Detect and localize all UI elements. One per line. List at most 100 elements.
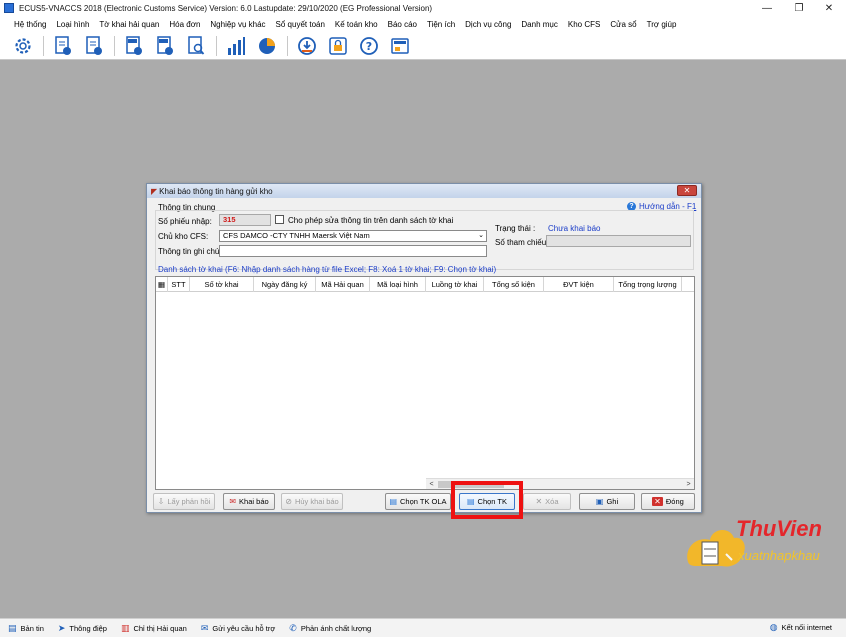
status-chi-thi[interactable]: ▥ Chỉ thị Hải quan	[121, 623, 187, 634]
ghi-button[interactable]: ▣ Ghi	[579, 493, 635, 510]
send-icon: ✉	[229, 497, 237, 506]
menu-dich-vu-cong[interactable]: Dịch vụ công	[461, 20, 517, 29]
mail-icon: ✉	[200, 622, 209, 633]
menu-he-thong[interactable]: Hệ thống	[10, 20, 52, 29]
chu-kho-value: CFS DAMCO -CTY TNHH Maersk Việt Nam	[223, 231, 370, 240]
phone-icon: ✆	[289, 622, 297, 633]
col-dvt-kien[interactable]: ĐVT kiện	[544, 277, 614, 292]
chon-tk-ola-label: Chọn TK OLA	[400, 497, 447, 506]
gear-icon[interactable]	[12, 35, 34, 57]
chu-kho-select[interactable]: CFS DAMCO -CTY TNHH Maersk Việt Nam ⌄	[219, 230, 487, 242]
chon-tk-ola-button[interactable]: ▤ Chọn TK OLA	[385, 493, 451, 510]
huy-khai-bao-label: Hủy khai báo	[294, 497, 339, 506]
menu-tro-giup[interactable]: Trợ giúp	[643, 20, 683, 29]
help-icon[interactable]: ?	[358, 35, 380, 57]
close-window-button[interactable]: ✕	[814, 0, 844, 16]
khai-bao-button[interactable]: ✉ Khai báo	[223, 493, 275, 510]
connection-status: ◍ Kết nối internet	[770, 622, 832, 633]
minimize-button[interactable]: —	[752, 0, 782, 16]
to-khai-grid[interactable]: ▦ STT Số tờ khai Ngày đăng ký Mã Hải qua…	[155, 276, 695, 490]
scroll-left-arrow[interactable]: <	[426, 479, 437, 490]
dong-button[interactable]: ✕ Đóng	[641, 493, 695, 510]
menu-cua-so[interactable]: Cửa sổ	[606, 20, 642, 29]
col-luong-to-khai[interactable]: Luồng tờ khai	[426, 277, 484, 292]
menu-nghiep-vu-khac[interactable]: Nghiệp vụ khác	[206, 20, 271, 29]
highlight-box	[451, 481, 523, 519]
list-title: Danh sách tờ khai (F6: Nhập danh sách hà…	[158, 265, 497, 274]
huy-khai-bao-button[interactable]: ⊘ Hủy khai báo	[281, 493, 343, 510]
khai-bao-hang-gui-kho-dialog: ◤ Khai báo thông tin hàng gửi kho ✕ Thôn…	[146, 183, 702, 513]
menu-bar: Hệ thống Loại hình Tờ khai hải quan Hóa …	[0, 16, 846, 32]
pie-chart-icon[interactable]	[256, 35, 278, 57]
menu-danh-muc[interactable]: Danh mục	[517, 20, 563, 29]
ghi-label: Ghi	[606, 497, 619, 506]
toolbar-separator	[43, 35, 44, 56]
download-icon[interactable]	[296, 35, 318, 57]
trang-thai-label: Trạng thái :	[495, 224, 536, 233]
col-ma-hai-quan[interactable]: Mã Hải quan	[316, 277, 370, 292]
search-doc-icon[interactable]	[185, 35, 207, 57]
status-ban-tin[interactable]: ▤ Bản tin	[8, 623, 44, 634]
excel-icon[interactable]: ▦	[156, 277, 168, 292]
status-ban-tin-label: Bản tin	[20, 623, 44, 633]
xoa-button[interactable]: ✕ Xóa	[523, 493, 571, 510]
receive-icon: ⇩	[157, 497, 165, 506]
menu-ke-toan-kho[interactable]: Kế toán kho	[331, 20, 384, 29]
status-thong-diep[interactable]: ➤ Thông điệp	[58, 623, 107, 634]
col-stt[interactable]: STT	[168, 277, 190, 292]
card-icon[interactable]	[389, 35, 411, 57]
delete-icon: ✕	[535, 497, 543, 506]
allow-edit-checkbox[interactable]	[275, 215, 284, 224]
menu-kho-cfs[interactable]: Kho CFS	[564, 20, 606, 29]
xoa-label: Xóa	[545, 497, 559, 506]
khai-bao-label: Khai báo	[239, 497, 269, 506]
so-tham-chieu-field	[546, 235, 691, 247]
lay-phan-hoi-button[interactable]: ⇩ Lấy phản hồi	[153, 493, 215, 510]
col-tong-trong-luong[interactable]: Tổng trọng lượng	[614, 277, 682, 292]
menu-hoa-don[interactable]: Hóa đơn	[165, 20, 206, 29]
send-message-icon: ➤	[57, 622, 66, 633]
so-phieu-label: Số phiếu nhập:	[158, 217, 212, 226]
watermark-logo: ThuVien xuatnhapkhau	[684, 514, 824, 578]
bar-chart-icon[interactable]	[225, 35, 247, 57]
window-title: ECUS5-VNACCS 2018 (Electronic Customs Se…	[19, 3, 433, 13]
ghi-chu-label: Thông tin ghi chú:	[158, 247, 222, 256]
lock-icon[interactable]	[327, 35, 349, 57]
so-phieu-field: 315	[219, 214, 271, 226]
status-chi-thi-label: Chỉ thị Hải quan	[133, 623, 187, 633]
so-tham-chieu-label: Số tham chiếu:	[495, 238, 549, 247]
menu-loai-hinh[interactable]: Loại hình	[52, 20, 95, 29]
app-icon	[4, 3, 14, 13]
menu-so-quyet-toan[interactable]: Sổ quyết toán	[272, 20, 331, 29]
col-ngay-dang-ky[interactable]: Ngày đăng ký	[254, 277, 316, 292]
chevron-down-icon[interactable]: ⌄	[478, 231, 484, 241]
toolbar-separator	[216, 35, 217, 56]
doc-export-icon[interactable]	[83, 35, 105, 57]
status-phan-anh[interactable]: ✆ Phản ánh chất lượng	[289, 623, 371, 634]
menu-to-khai-hai-quan[interactable]: Tờ khai hải quan	[95, 20, 165, 29]
grid-header: ▦ STT Số tờ khai Ngày đăng ký Mã Hải qua…	[156, 277, 694, 292]
dialog-titlebar: ◤ Khai báo thông tin hàng gửi kho ✕	[147, 184, 701, 198]
toolbar-separator	[114, 35, 115, 56]
col-so-to-khai[interactable]: Số tờ khai	[190, 277, 254, 292]
restore-button[interactable]: ❐	[784, 0, 814, 16]
col-ma-loai-hinh[interactable]: Mã loại hình	[370, 277, 426, 292]
toolbar: ?	[0, 32, 846, 60]
col-tong-so-kien[interactable]: Tổng số kiện	[484, 277, 544, 292]
ghi-chu-field[interactable]	[219, 245, 487, 257]
eda-icon[interactable]	[154, 35, 176, 57]
status-ho-tro[interactable]: ✉ Gửi yêu cầu hỗ trợ	[201, 623, 275, 634]
ida-icon[interactable]	[123, 35, 145, 57]
doc-import-icon[interactable]	[52, 35, 74, 57]
select-doc-icon: ▤	[389, 497, 397, 506]
svg-text:?: ?	[366, 40, 372, 53]
menu-tien-ich[interactable]: Tiện ích	[423, 20, 461, 29]
allow-edit-label: Cho phép sửa thông tin trên danh sách tờ…	[288, 216, 454, 225]
customs-notice-icon: ▥	[120, 622, 130, 633]
dialog-app-icon: ◤	[151, 186, 158, 196]
cancel-icon: ⊘	[285, 497, 292, 506]
menu-bao-cao[interactable]: Báo cáo	[384, 20, 423, 29]
dialog-close-button[interactable]: ✕	[677, 185, 697, 196]
scroll-right-arrow[interactable]: >	[683, 479, 694, 490]
window-titlebar: ECUS5-VNACCS 2018 (Electronic Customs Se…	[0, 0, 846, 16]
